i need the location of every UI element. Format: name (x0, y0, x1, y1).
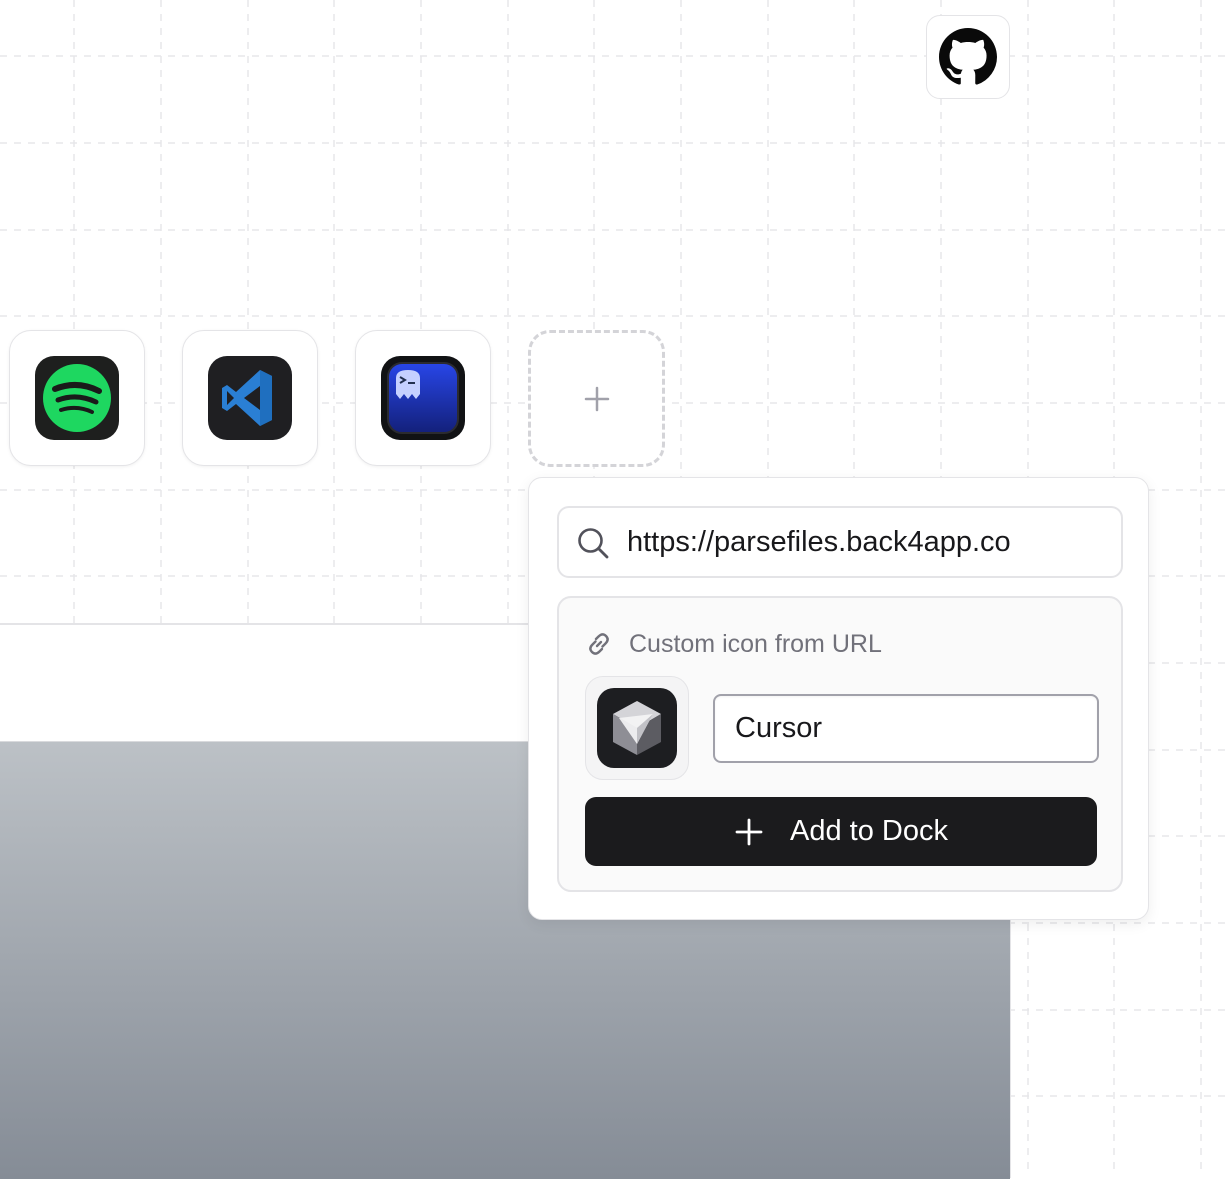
custom-icon-title: Custom icon from URL (629, 629, 882, 658)
add-to-dock-button[interactable]: Add to Dock (585, 797, 1097, 866)
add-app-popover: Custom icon from URL Add (528, 477, 1149, 920)
github-link-button[interactable] (926, 15, 1010, 99)
icon-preview (585, 676, 689, 780)
ghostty-icon (381, 356, 465, 440)
search-icon (576, 526, 610, 560)
spotify-icon (35, 356, 119, 440)
dock-app-vscode[interactable] (182, 330, 318, 466)
dock-app-spotify[interactable] (9, 330, 145, 466)
github-icon (939, 28, 997, 85)
plus-icon (584, 386, 609, 411)
link-icon (585, 630, 613, 658)
app-name-input[interactable] (713, 694, 1099, 763)
search-input[interactable] (627, 508, 1107, 576)
cursor-app-icon (597, 688, 677, 768)
custom-icon-card: Custom icon from URL Add (557, 596, 1123, 892)
custom-icon-header: Custom icon from URL (585, 626, 882, 662)
search-field[interactable] (557, 506, 1123, 578)
dock-app-ghostty[interactable] (355, 330, 491, 466)
add-to-dock-label: Add to Dock (790, 815, 948, 847)
add-app-slot[interactable] (528, 330, 665, 467)
vscode-icon (208, 356, 292, 440)
plus-icon (734, 817, 764, 847)
